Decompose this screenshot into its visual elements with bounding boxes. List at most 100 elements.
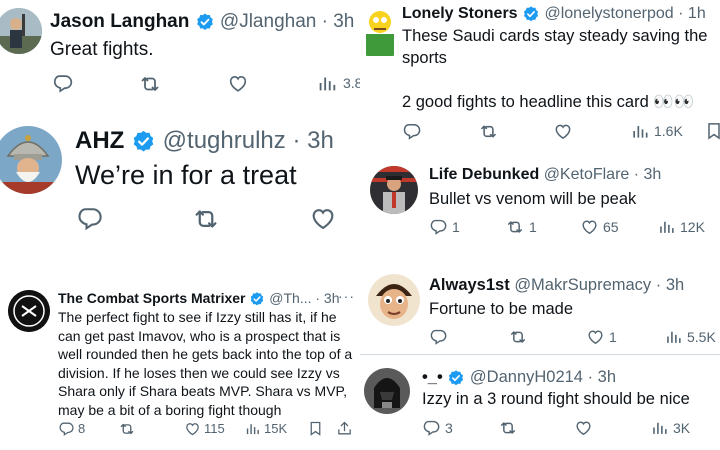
avatar[interactable] [8, 290, 50, 332]
share-icon [336, 420, 353, 437]
reply-count: 3 [445, 419, 453, 436]
timestamp[interactable]: · 3h [292, 127, 333, 154]
tweet-always1st[interactable]: Always1st @MakrSupremacy · 3h Fortune to… [360, 266, 720, 354]
display-name[interactable]: Life Debunked [429, 166, 539, 183]
repost-button[interactable] [191, 204, 221, 234]
reply-count: 1 [452, 218, 460, 235]
user-handle[interactable]: @tughrulhz [163, 127, 286, 154]
display-name[interactable]: •_• [422, 368, 443, 386]
reply-icon [402, 121, 422, 141]
like-icon [227, 72, 249, 94]
more-options-button[interactable]: ··· [338, 288, 355, 304]
views-icon [316, 72, 338, 94]
like-button[interactable]: 65 [580, 217, 619, 236]
timestamp[interactable]: · 3h [315, 290, 339, 306]
like-button[interactable]: 115 [184, 420, 225, 437]
tweet-jason-langhan[interactable]: Jason Langhan @Jlanghan · 3h Great fight… [0, 0, 360, 110]
reply-icon [422, 418, 441, 437]
repost-button[interactable] [508, 327, 528, 347]
bookmark-button[interactable] [307, 420, 324, 437]
user-handle[interactable]: @Jlanghan [220, 11, 316, 32]
like-button[interactable]: 1 [586, 327, 617, 346]
user-handle[interactable]: @KetoFlare [544, 166, 630, 183]
repost-button[interactable] [478, 121, 499, 142]
views-button[interactable]: 5.5K [664, 327, 716, 346]
avatar[interactable] [364, 368, 410, 414]
avatar[interactable] [0, 126, 62, 194]
verified-badge-icon [131, 129, 156, 154]
share-button[interactable] [336, 420, 353, 437]
avatar[interactable] [0, 8, 42, 54]
tweet-dannyh0214[interactable]: •_• @DannyH0214 · 3h Izzy in a 3 round f… [360, 356, 720, 450]
repost-button[interactable]: 1 [505, 217, 537, 237]
repost-icon [508, 327, 528, 347]
timestamp[interactable]: · 3h [634, 166, 662, 183]
reply-icon [76, 204, 104, 232]
views-count: 3K [673, 419, 691, 436]
timestamp[interactable]: · 1h [678, 5, 706, 22]
timestamp[interactable]: · 3h [656, 276, 684, 294]
display-name[interactable]: The Combat Sports Matrixer [58, 290, 245, 306]
user-handle[interactable]: @MakrSupremacy [514, 276, 651, 294]
views-button[interactable]: 3K [650, 418, 690, 437]
reply-icon [52, 72, 74, 94]
views-button[interactable]: 12K [657, 217, 705, 236]
views-icon [657, 217, 676, 236]
tweet-lonely-stoners[interactable]: Lonely Stoners @lonelystonerpod · 1h The… [360, 0, 720, 150]
like-icon [586, 327, 605, 346]
repost-button[interactable] [138, 72, 162, 96]
like-icon [580, 217, 599, 236]
reply-button[interactable]: 8 [58, 420, 85, 437]
display-name[interactable]: Always1st [429, 276, 510, 294]
views-button[interactable]: 3.8 [316, 72, 360, 94]
repost-icon [138, 72, 162, 96]
reply-count: 8 [78, 421, 86, 436]
timestamp[interactable]: · 3h [322, 11, 355, 32]
repost-icon [498, 418, 518, 438]
views-icon [650, 418, 669, 437]
views-count: 1.6K [654, 123, 683, 139]
reply-button[interactable]: 3 [422, 418, 453, 437]
tweet-text: Fortune to be made [429, 300, 574, 318]
avatar[interactable] [368, 274, 420, 326]
like-button[interactable] [574, 418, 593, 437]
repost-icon [505, 217, 525, 237]
avatar[interactable] [362, 4, 398, 56]
tweet-text: Great fights. [50, 39, 154, 60]
verified-badge-icon [522, 5, 540, 23]
display-name[interactable]: AHZ [75, 127, 124, 154]
like-icon [309, 204, 337, 232]
reply-button[interactable] [52, 72, 74, 94]
user-handle[interactable]: @DannyH0214 [470, 368, 583, 386]
tweet-life-debunked[interactable]: Life Debunked @KetoFlare · 3h Bullet vs … [360, 156, 720, 256]
reply-button[interactable] [402, 121, 422, 141]
bookmark-button[interactable] [704, 121, 720, 141]
views-button[interactable]: 1.6K [630, 121, 683, 141]
like-count: 115 [204, 421, 225, 436]
repost-button[interactable] [498, 418, 518, 438]
display-name[interactable]: Jason Langhan [50, 11, 189, 32]
reply-button[interactable] [429, 327, 448, 346]
like-button[interactable] [309, 204, 337, 232]
user-handle[interactable]: @Th... [269, 290, 311, 306]
display-name[interactable]: Lonely Stoners [402, 5, 518, 22]
views-count: 15K [264, 421, 288, 436]
repost-button[interactable] [118, 420, 136, 438]
tweet-text: These Saudi cards stay steady saving the… [402, 27, 708, 111]
like-button[interactable] [227, 72, 249, 94]
user-handle[interactable]: @lonelystonerpod [544, 5, 673, 22]
reply-icon [58, 420, 75, 437]
tweet-text: The perfect fight to see if Izzy still h… [58, 309, 353, 418]
repost-icon [478, 121, 499, 142]
tweet-ahz[interactable]: AHZ @tughrulhz · 3h We’re in for a treat [0, 112, 360, 264]
avatar[interactable] [370, 166, 418, 214]
reply-button[interactable] [76, 204, 104, 232]
reply-icon [429, 327, 448, 346]
like-button[interactable] [553, 121, 573, 141]
tweet-text: We’re in for a treat [75, 160, 297, 190]
reply-button[interactable]: 1 [429, 217, 460, 236]
timestamp[interactable]: · 3h [588, 368, 616, 386]
views-icon [664, 327, 683, 346]
views-button[interactable]: 15K [244, 420, 287, 437]
tweet-combat-sports-matrixer[interactable]: The Combat Sports Matrixer @Th... · 3h ·… [0, 282, 360, 450]
